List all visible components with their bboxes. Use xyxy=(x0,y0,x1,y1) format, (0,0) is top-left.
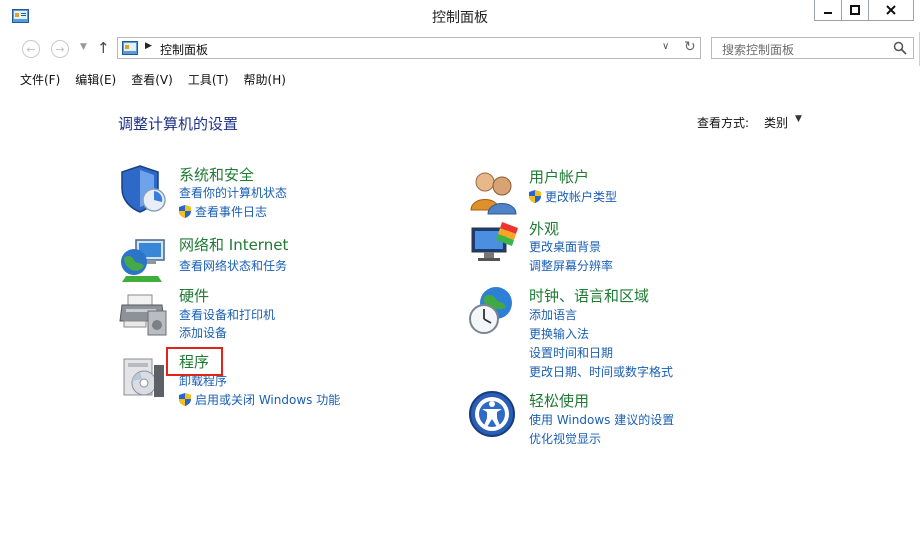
link-add-device[interactable]: 添加设备 xyxy=(179,324,227,341)
category-title-clock-language-region[interactable]: 时钟、语言和区域 xyxy=(529,285,649,306)
link-view-computer-status[interactable]: 查看你的计算机状态 xyxy=(179,184,287,201)
window-title: 控制面板 xyxy=(432,10,488,26)
breadcrumb-control-panel[interactable]: 控制面板 xyxy=(160,41,208,58)
link-view-network-status[interactable]: 查看网络状态和任务 xyxy=(179,257,287,274)
maximize-button[interactable] xyxy=(841,0,869,21)
highlight-box xyxy=(166,347,223,376)
title-bar: 控制面板 xyxy=(0,0,920,32)
link-use-windows-recommended-settings[interactable]: 使用 Windows 建议的设置 xyxy=(529,411,674,428)
menu-file[interactable]: 文件(F) xyxy=(15,71,65,88)
control-panel-icon xyxy=(122,41,138,55)
menu-bar: 文件(F) 编辑(E) 查看(V) 工具(T) 帮助(H) xyxy=(0,66,920,92)
back-button[interactable]: ← xyxy=(22,40,40,58)
chevron-down-icon[interactable]: ▼ xyxy=(795,114,802,124)
navigation-bar: ← → ▼ ↑ ▶ 控制面板 ∨ ↻ 搜索控制面板 xyxy=(0,32,920,66)
shield-icon xyxy=(529,190,541,203)
link-change-account-type[interactable]: 更改帐户类型 xyxy=(529,188,617,205)
menu-view[interactable]: 查看(V) xyxy=(126,71,178,88)
category-title-ease-of-access[interactable]: 轻松使用 xyxy=(529,390,589,411)
minimize-button[interactable] xyxy=(814,0,842,21)
view-by-label: 查看方式: xyxy=(697,116,750,130)
link-adjust-screen-resolution[interactable]: 调整屏幕分辨率 xyxy=(529,257,613,274)
up-icon: ↑ xyxy=(97,39,110,57)
category-title-network-internet[interactable]: 网络和 Internet xyxy=(179,234,288,255)
refresh-icon[interactable]: ↻ xyxy=(684,39,696,55)
address-bar[interactable]: ▶ 控制面板 ∨ ↻ xyxy=(117,37,701,59)
recent-locations-dropdown[interactable]: ▼ xyxy=(80,42,87,52)
menu-edit[interactable]: 编辑(E) xyxy=(70,71,121,88)
category-title-system-security[interactable]: 系统和安全 xyxy=(179,164,254,185)
maximize-icon xyxy=(850,5,860,15)
link-label: 启用或关闭 Windows 功能 xyxy=(195,393,341,407)
address-dropdown-icon[interactable]: ∨ xyxy=(662,41,669,52)
link-change-desktop-background[interactable]: 更改桌面背景 xyxy=(529,238,601,255)
minimize-icon xyxy=(824,12,832,14)
category-title-hardware[interactable]: 硬件 xyxy=(179,285,209,306)
menu-tools[interactable]: 工具(T) xyxy=(183,71,234,88)
shield-icon xyxy=(179,205,191,218)
link-change-date-time-number-format[interactable]: 更改日期、时间或数字格式 xyxy=(529,363,673,380)
programs-icon xyxy=(123,358,164,397)
control-panel-window: 控制面板 ← → ▼ ↑ ▶ 控制面板 ∨ ↻ 搜索控制面板 文件(F) 编辑(… xyxy=(0,0,920,549)
menu-help[interactable]: 帮助(H) xyxy=(239,71,291,88)
category-title-user-accounts[interactable]: 用户帐户 xyxy=(529,166,589,187)
link-label: 查看事件日志 xyxy=(195,205,268,219)
category-title-appearance[interactable]: 外观 xyxy=(529,218,559,239)
link-set-time-date[interactable]: 设置时间和日期 xyxy=(529,344,613,361)
link-view-devices-printers[interactable]: 查看设备和打印机 xyxy=(179,306,275,323)
close-icon xyxy=(886,5,896,15)
appearance-monitor-icon xyxy=(471,222,518,261)
link-add-language[interactable]: 添加语言 xyxy=(529,306,577,323)
close-button[interactable] xyxy=(868,0,914,21)
security-shield-icon xyxy=(121,165,166,213)
shield-icon xyxy=(179,393,191,406)
users-icon xyxy=(470,172,517,215)
forward-button[interactable]: → xyxy=(51,40,69,58)
search-icon[interactable] xyxy=(893,41,907,55)
link-optimize-visual-display[interactable]: 优化视觉显示 xyxy=(529,430,601,447)
printer-icon xyxy=(119,294,167,336)
window-controls xyxy=(814,0,914,22)
breadcrumb-arrow-icon[interactable]: ▶ xyxy=(145,41,152,51)
forward-icon: → xyxy=(55,42,65,56)
link-view-event-logs[interactable]: 查看事件日志 xyxy=(179,203,267,220)
up-button[interactable]: ↑ xyxy=(97,39,110,57)
network-globe-icon xyxy=(121,239,165,282)
content-area: 调整计算机的设置 查看方式: 类别 ▼ 系统和安全 查看你的计算机状态 查看事件… xyxy=(0,92,920,549)
search-input[interactable]: 搜索控制面板 xyxy=(711,37,914,59)
back-icon: ← xyxy=(26,42,36,56)
link-turn-windows-features[interactable]: 启用或关闭 Windows 功能 xyxy=(179,391,340,408)
link-change-input-method[interactable]: 更换输入法 xyxy=(529,325,589,342)
page-title: 调整计算机的设置 xyxy=(118,115,239,133)
search-placeholder: 搜索控制面板 xyxy=(722,43,795,57)
link-label: 更改帐户类型 xyxy=(545,190,618,204)
clock-globe-icon xyxy=(469,287,512,334)
ease-of-access-icon xyxy=(469,391,515,437)
view-by-dropdown[interactable]: 类别 xyxy=(764,114,788,131)
